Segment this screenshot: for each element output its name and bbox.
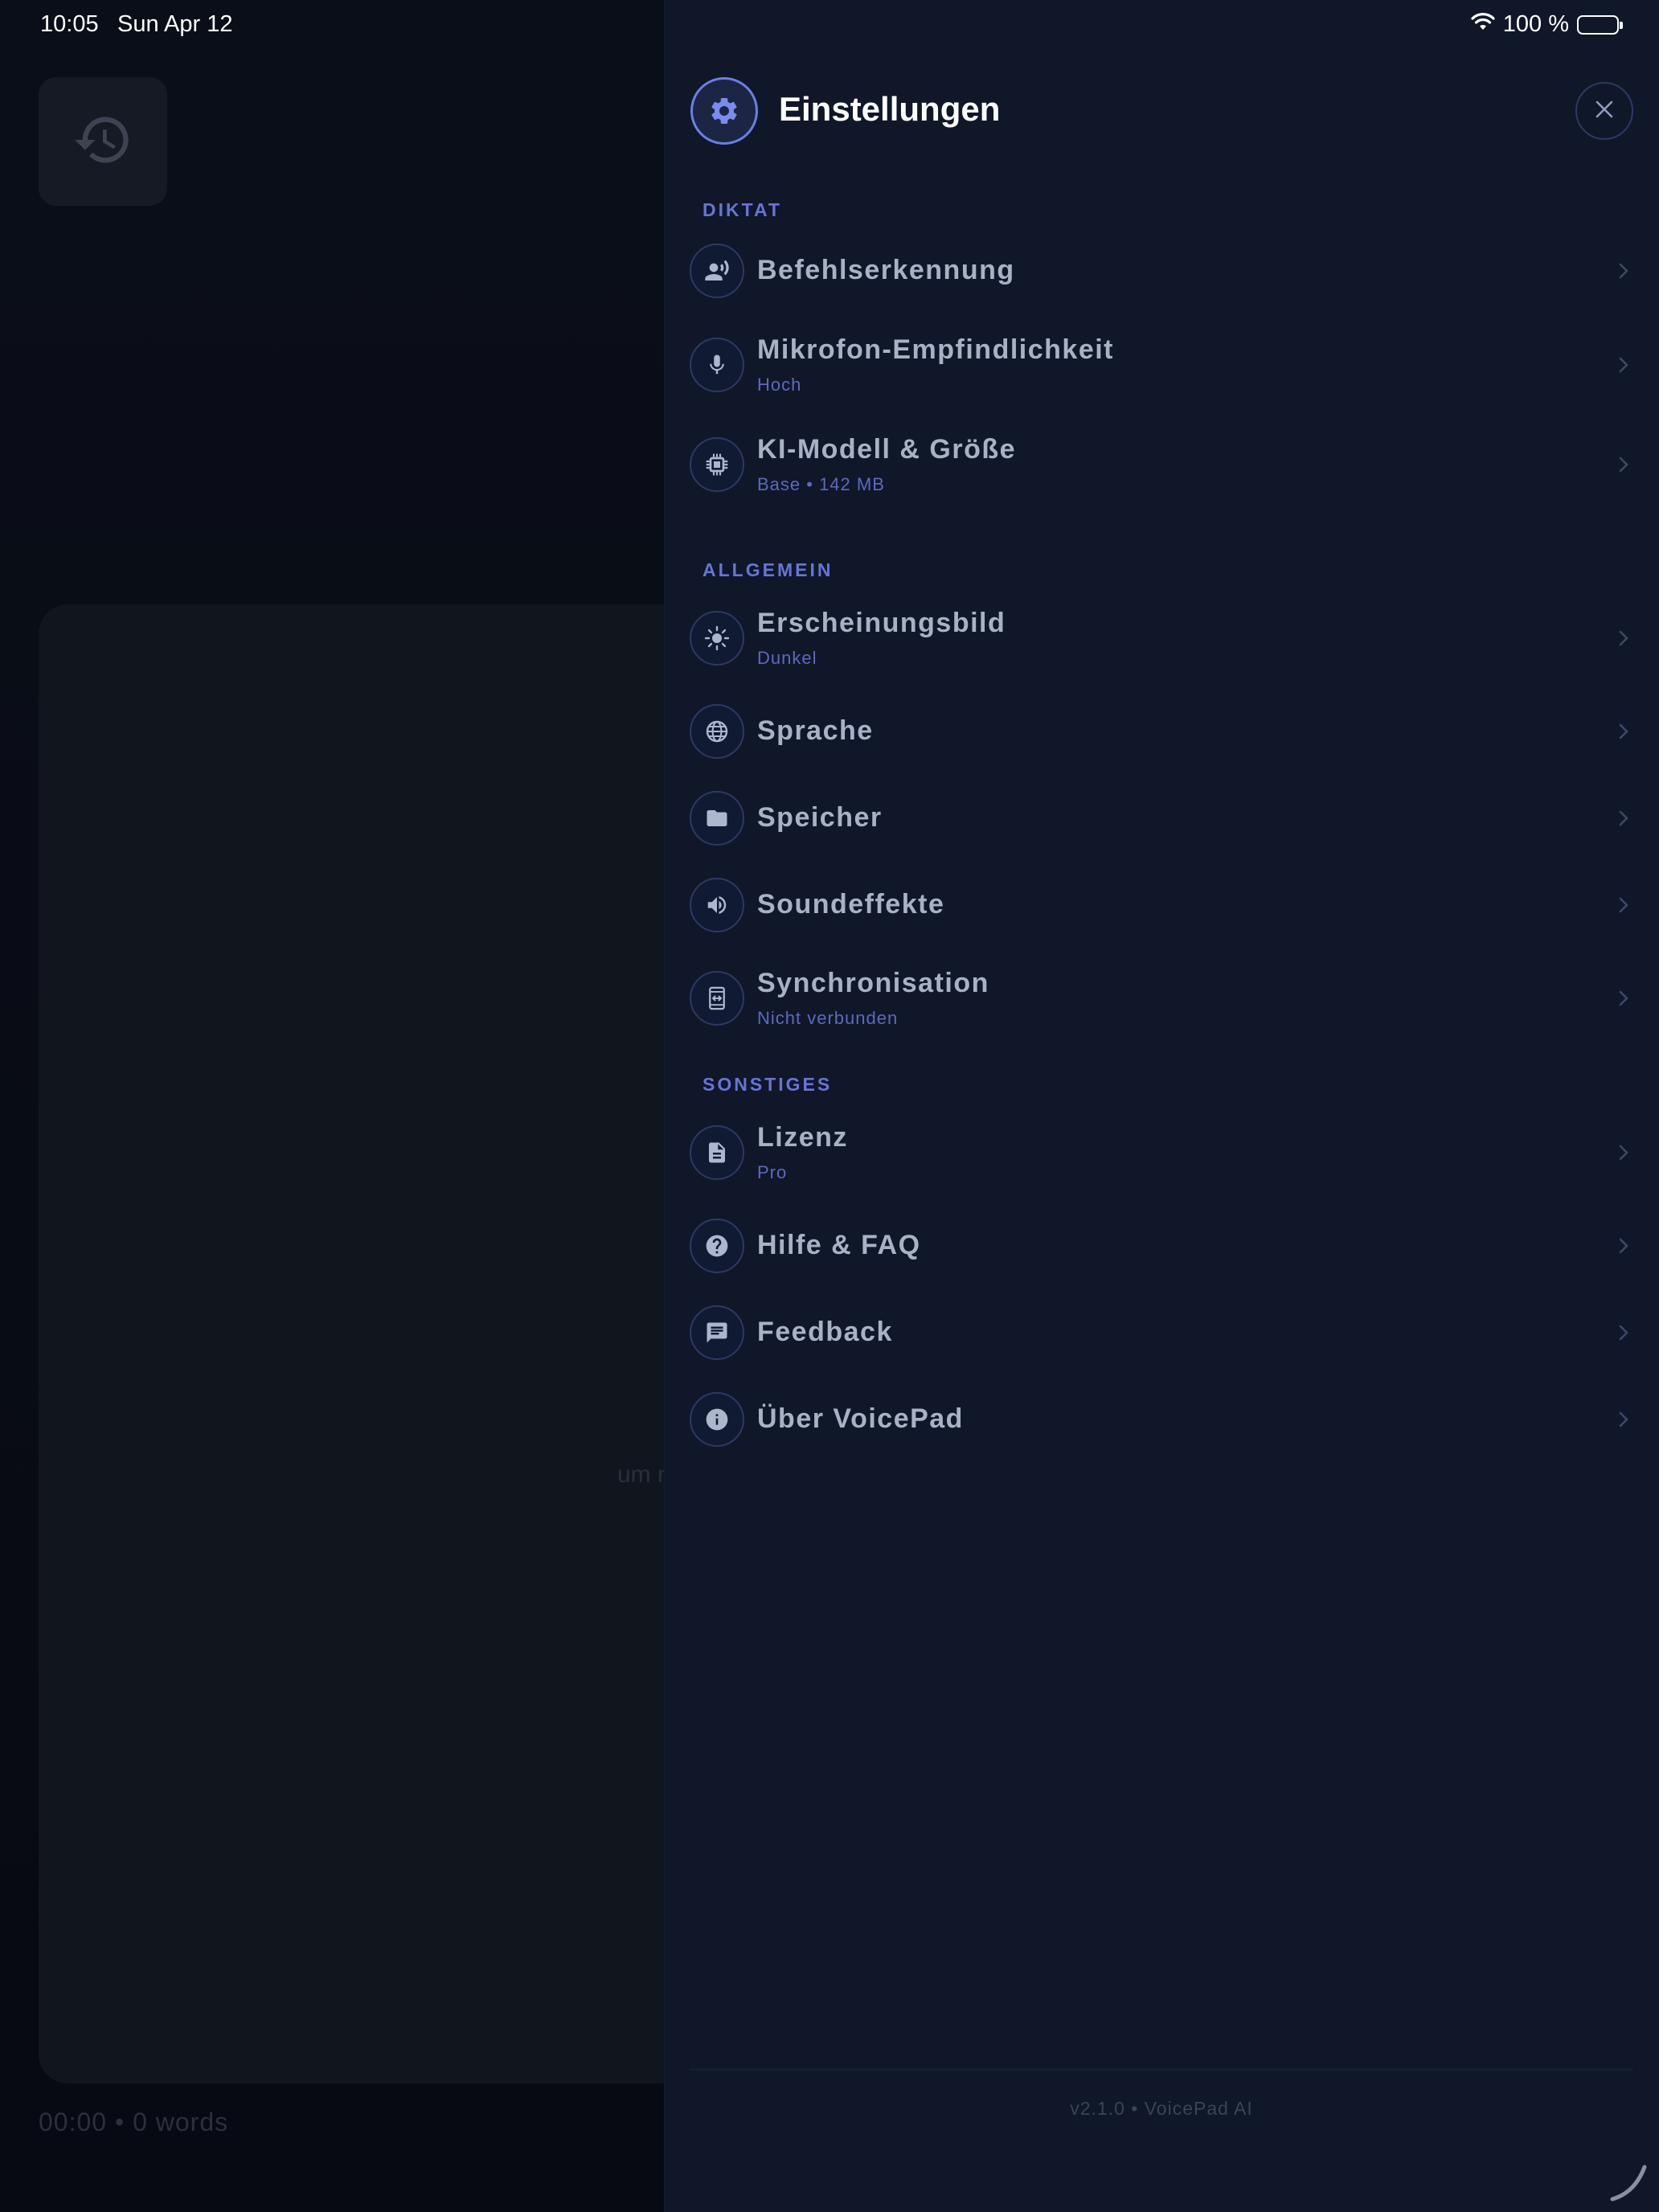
chevron-right-icon <box>1614 455 1633 474</box>
settings-item-feedback[interactable]: Feedback <box>690 1305 1633 1360</box>
item-title: Mikrofon-Empfindlichkeit <box>757 334 1114 365</box>
help-icon <box>690 1219 744 1273</box>
item-title: Hilfe & FAQ <box>757 1230 921 1260</box>
history-icon <box>72 109 133 174</box>
settings-item-befehlserkennung[interactable]: Befehlserkennung <box>690 244 1633 298</box>
microphone-icon <box>690 338 744 392</box>
document-icon <box>690 1125 744 1180</box>
speaker-icon <box>690 878 744 932</box>
settings-item-ueber[interactable]: Über VoicePad <box>690 1392 1633 1447</box>
history-button[interactable] <box>39 77 167 206</box>
globe-icon <box>690 704 744 759</box>
chevron-right-icon <box>1614 1236 1633 1256</box>
status-bar: 10:05 Sun Apr 12 100 % <box>0 0 1659 51</box>
chevron-right-icon <box>1614 355 1633 375</box>
item-title: Synchronisation <box>757 968 989 998</box>
item-title: Speicher <box>757 802 883 833</box>
chevron-right-icon <box>1614 261 1633 281</box>
settings-item-hilfe[interactable]: Hilfe & FAQ <box>690 1219 1633 1273</box>
folder-icon <box>690 791 744 846</box>
settings-item-lizenz[interactable]: Lizenz Pro <box>690 1122 1633 1182</box>
footer-stats: 00:00 • 0 words <box>39 2108 229 2136</box>
resize-handle-icon <box>1603 2157 1651 2206</box>
status-date: Sun Apr 12 <box>117 11 233 37</box>
section-label-sonstiges: SONSTIGES <box>703 1074 833 1095</box>
battery-icon <box>1577 14 1623 35</box>
chevron-right-icon <box>1614 629 1633 648</box>
settings-title: Einstellungen <box>779 90 1001 128</box>
settings-panel: Einstellungen <box>664 0 1659 2212</box>
item-title: Sprache <box>757 715 874 746</box>
battery-percent: 100 % <box>1502 11 1569 37</box>
chevron-right-icon <box>1614 1323 1633 1342</box>
settings-header: Einstellungen <box>690 77 1633 145</box>
sun-icon <box>690 611 744 666</box>
item-title: Feedback <box>757 1317 893 1347</box>
settings-item-speicher[interactable]: Speicher <box>690 791 1633 846</box>
item-title: Über VoicePad <box>757 1403 964 1434</box>
settings-item-erscheinungsbild[interactable]: Erscheinungsbild Dunkel <box>690 608 1633 668</box>
close-icon <box>1594 99 1615 124</box>
settings-item-soundeffekte[interactable]: Soundeffekte <box>690 878 1633 932</box>
chevron-right-icon <box>1614 1143 1633 1162</box>
info-icon <box>690 1392 744 1447</box>
item-title: Lizenz <box>757 1122 848 1153</box>
chip-icon <box>690 437 744 492</box>
item-subtitle: Nicht verbunden <box>757 1008 899 1028</box>
version-label: v2.1.0 • VoicePad AI <box>1070 2098 1253 2119</box>
section-label-diktat: DIKTAT <box>703 199 782 220</box>
chevron-right-icon <box>1614 989 1633 1008</box>
chevron-right-icon <box>1614 722 1633 741</box>
chevron-right-icon <box>1614 809 1633 828</box>
item-title: KI-Modell & Größe <box>757 434 1017 465</box>
settings-item-synchronisation[interactable]: Synchronisation Nicht verbunden <box>690 968 1633 1028</box>
panel-divider <box>690 2069 1633 2071</box>
wifi-icon <box>1471 11 1495 38</box>
gear-icon <box>690 77 758 145</box>
settings-item-mikrofon[interactable]: Mikrofon-Empfindlichkeit Hoch <box>690 334 1633 395</box>
chevron-right-icon <box>1614 895 1633 915</box>
status-time: 10:05 <box>40 11 99 37</box>
item-subtitle: Hoch <box>757 375 802 395</box>
item-subtitle: Dunkel <box>757 648 817 668</box>
app-root: 10:05 Sun Apr 12 100 % um n 00:00 • 0 wo… <box>0 0 1659 2212</box>
section-label-allgemein: ALLGEMEIN <box>703 559 834 580</box>
item-title: Erscheinungsbild <box>757 608 1006 638</box>
item-subtitle: Base • 142 MB <box>757 474 885 494</box>
item-title: Soundeffekte <box>757 889 945 920</box>
chat-icon <box>690 1305 744 1360</box>
item-title: Befehlserkennung <box>757 255 1015 285</box>
editor-hint: um n <box>617 1461 671 1488</box>
status-right: 100 % <box>1471 11 1623 38</box>
settings-item-ki-modell[interactable]: KI-Modell & Größe Base • 142 MB <box>690 434 1633 494</box>
sync-device-icon <box>690 971 744 1026</box>
voice-person-icon <box>690 244 744 298</box>
settings-item-sprache[interactable]: Sprache <box>690 704 1633 759</box>
chevron-right-icon <box>1614 1410 1633 1429</box>
item-subtitle: Pro <box>757 1162 788 1182</box>
close-button[interactable] <box>1575 82 1633 140</box>
